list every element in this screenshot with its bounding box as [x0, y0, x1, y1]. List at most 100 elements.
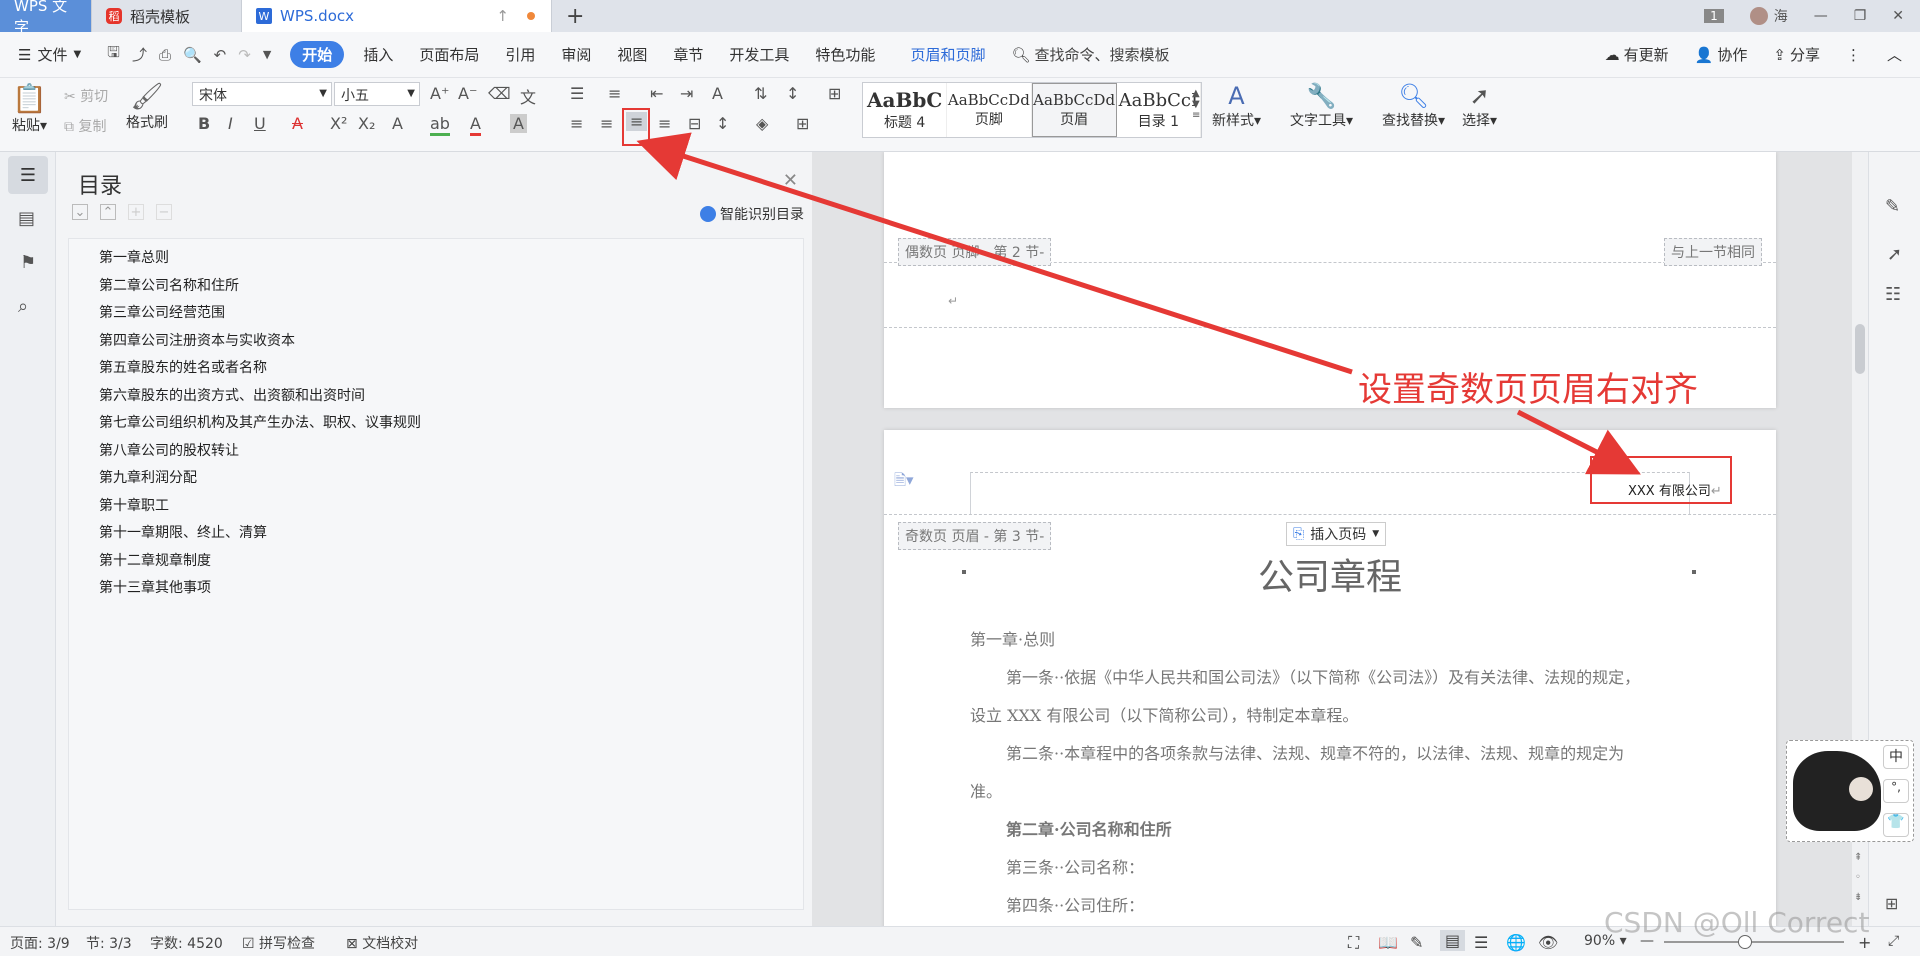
- find-replace-button[interactable]: 🔍︎ 查找替换▾: [1382, 82, 1445, 130]
- tab-section[interactable]: 章节: [660, 32, 716, 78]
- toc-item[interactable]: 第二章公司名称和住所: [69, 273, 803, 301]
- toc-item[interactable]: 第十三章其他事项: [69, 575, 803, 603]
- toc-item[interactable]: 第八章公司的股权转让: [69, 438, 803, 466]
- tab-review[interactable]: 审阅: [548, 32, 604, 78]
- next-page-icon[interactable]: ⇟: [1854, 892, 1862, 903]
- outline-view-icon[interactable]: ☰: [1474, 933, 1488, 952]
- word-count[interactable]: 字数: 4520: [150, 933, 223, 953]
- paragraph[interactable]: 第一条··依据《中华人民共和国公司法》（以下简称《公司法》）及有关法律、法规的规…: [1006, 664, 1640, 688]
- ime-widget[interactable]: 中 °, 👕: [1786, 740, 1914, 842]
- page-select-icon[interactable]: ◦: [1855, 872, 1861, 883]
- cut-button[interactable]: ✂ 剪切: [64, 86, 108, 106]
- collapse-icon[interactable]: ⌃: [100, 204, 116, 220]
- paste-button[interactable]: 📋 粘贴▾: [12, 82, 47, 135]
- restore-icon[interactable]: ❐: [1854, 8, 1867, 24]
- strikethrough-icon[interactable]: A: [292, 114, 303, 133]
- upload-icon[interactable]: ↑: [496, 7, 509, 25]
- superscript-icon[interactable]: X²: [330, 114, 347, 133]
- tab-page-layout[interactable]: 页面布局: [406, 32, 492, 78]
- text-tools-button[interactable]: 🔧 文字工具▾: [1290, 82, 1353, 130]
- smart-toc-button[interactable]: 智能识别目录: [700, 204, 804, 224]
- style-footer[interactable]: AaBbCcDd 页脚: [947, 83, 1032, 137]
- toc-item[interactable]: 第三章公司经营范围: [69, 300, 803, 328]
- bookmark-icon[interactable]: ⚑: [20, 252, 36, 273]
- style-toc-1[interactable]: AaBbCcI 目录 1: [1117, 83, 1201, 137]
- style-heading-4[interactable]: AaBbC 标题 4: [863, 83, 948, 137]
- paragraph-spacing-icon[interactable]: ↕: [716, 114, 729, 133]
- highlight-icon[interactable]: ab: [430, 114, 450, 136]
- decrease-indent-icon[interactable]: ⇤: [650, 84, 663, 103]
- templates-tab[interactable]: 稻 稻壳模板: [92, 0, 242, 32]
- prev-page-icon[interactable]: ⇞: [1854, 852, 1862, 863]
- toc-item[interactable]: 第四章公司注册资本与实收资本: [69, 328, 803, 356]
- notification-badge[interactable]: 1: [1704, 9, 1724, 23]
- chapter-heading[interactable]: 第一章·总则: [970, 626, 1055, 650]
- tab-features[interactable]: 特色功能: [802, 32, 888, 78]
- ime-skin-icon[interactable]: 👕: [1883, 813, 1909, 837]
- line-spacing-icon[interactable]: ↕: [786, 84, 799, 103]
- toc-item[interactable]: 第九章利润分配: [69, 465, 803, 493]
- user-avatar[interactable]: 海: [1749, 6, 1788, 26]
- spell-check-button[interactable]: ☑ 拼写检查: [242, 933, 315, 953]
- fullscreen-icon[interactable]: ⛶: [1348, 933, 1359, 953]
- text-effect-icon[interactable]: A: [392, 114, 403, 133]
- export-icon[interactable]: ⤴: [132, 44, 147, 65]
- zoom-slider[interactable]: [1664, 935, 1844, 949]
- tab-start[interactable]: 开始: [290, 41, 345, 68]
- clear-format-icon[interactable]: ⌫: [488, 84, 511, 103]
- eye-protect-icon[interactable]: 👁: [1538, 933, 1558, 952]
- tab-insert[interactable]: 插入: [350, 32, 406, 78]
- header-options-icon[interactable]: 🗎▾: [894, 470, 914, 495]
- distribute-icon[interactable]: ⊟: [688, 114, 701, 133]
- file-menu[interactable]: ☰ 文件 ▼: [0, 32, 94, 78]
- shading-icon[interactable]: ◈: [756, 114, 768, 133]
- italic-icon[interactable]: I: [228, 114, 233, 133]
- sort-icon[interactable]: ⇅: [754, 84, 767, 103]
- redo-icon[interactable]: ↷: [238, 46, 251, 64]
- border-icon[interactable]: ⊞: [828, 84, 841, 103]
- doc-title[interactable]: 公司章程: [884, 548, 1776, 600]
- close-window-icon[interactable]: ✕: [1892, 8, 1904, 24]
- tab-view[interactable]: 视图: [604, 32, 660, 78]
- toc-panel-icon[interactable]: ☰: [8, 156, 48, 194]
- align-left-icon[interactable]: ≡: [570, 114, 583, 133]
- change-case-icon[interactable]: A: [712, 84, 723, 103]
- font-name-select[interactable]: 宋体 ▼: [192, 82, 332, 106]
- tab-developer[interactable]: 开发工具: [716, 32, 802, 78]
- tab-header-footer[interactable]: 页眉和页脚: [888, 32, 998, 78]
- pointer-icon[interactable]: ➚: [1887, 244, 1902, 265]
- print-preview-icon[interactable]: 🔍: [183, 46, 202, 64]
- underline-icon[interactable]: U: [254, 114, 266, 133]
- select-button[interactable]: ➚ 选择▾: [1462, 82, 1497, 130]
- grid-icon[interactable]: ⊞: [1885, 894, 1898, 913]
- proofread-button[interactable]: ⊠ 文档校对: [346, 933, 418, 953]
- page-view-icon[interactable]: ▤: [1440, 930, 1466, 951]
- add-level-icon[interactable]: +: [128, 204, 144, 220]
- ime-punct-toggle[interactable]: °,: [1883, 779, 1909, 803]
- pen-icon[interactable]: ✎: [1885, 196, 1900, 217]
- fit-page-icon[interactable]: ⤢: [1888, 933, 1899, 949]
- paragraph[interactable]: 第四条··公司住所：: [1006, 892, 1144, 916]
- ime-lang-toggle[interactable]: 中: [1883, 745, 1909, 769]
- font-size-select[interactable]: 小五 ▼: [334, 82, 420, 106]
- settings-sliders-icon[interactable]: ☷: [1885, 284, 1901, 305]
- paragraph[interactable]: 第二条··本章程中的各项条款与法律、法规、规章不符的，以法律、法规、规章的规定为: [1006, 740, 1624, 764]
- paragraph[interactable]: 设立 XXX 有限公司（以下简称公司），特制定本章程。: [970, 702, 1358, 726]
- same-as-previous-button[interactable]: 与上一节相同: [1664, 238, 1762, 266]
- toc-item[interactable]: 第一章总则: [69, 245, 803, 273]
- new-tab-button[interactable]: +: [552, 0, 598, 32]
- document-tab[interactable]: W WPS.docx ↑: [242, 0, 552, 32]
- expand-icon[interactable]: ⌄: [72, 204, 88, 220]
- more-options-icon[interactable]: ⋮: [1833, 32, 1874, 78]
- remove-level-icon[interactable]: −: [156, 204, 172, 220]
- minimize-icon[interactable]: —: [1814, 8, 1828, 24]
- find-panel-icon[interactable]: ⌕: [18, 296, 28, 317]
- toc-item[interactable]: 第五章股东的姓名或者名称: [69, 355, 803, 383]
- document-canvas[interactable]: 偶数页 页脚 - 第 2 节- 与上一节相同 ↵ 🗎▾ XXX 有限公司↵ 奇数…: [812, 152, 1852, 926]
- page-indicator[interactable]: 页面: 3/9: [10, 933, 70, 953]
- toc-item[interactable]: 第十二章规章制度: [69, 548, 803, 576]
- share-button[interactable]: ⇪ 分享: [1760, 32, 1833, 78]
- scroll-thumb[interactable]: [1855, 324, 1865, 374]
- web-view-icon[interactable]: 🌐: [1506, 933, 1526, 952]
- grow-font-icon[interactable]: A⁺: [430, 84, 449, 103]
